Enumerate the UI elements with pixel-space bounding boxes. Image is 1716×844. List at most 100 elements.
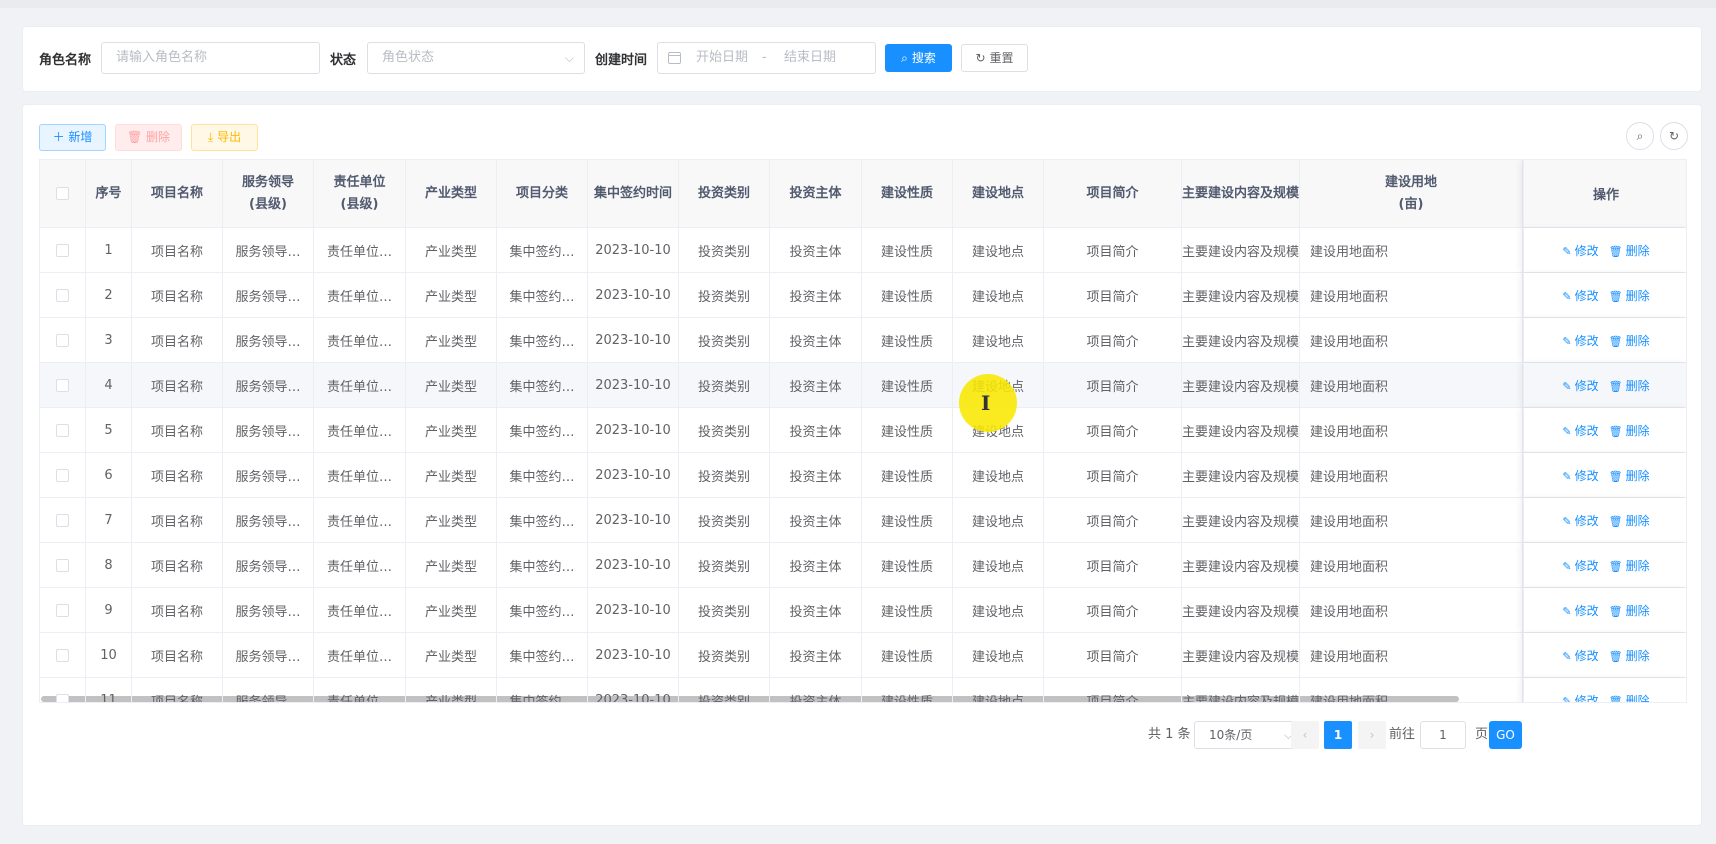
toggle-search-button[interactable]: ⌕ [1626, 122, 1654, 150]
cell-main-content: 主要建设内容及规模 [1182, 273, 1300, 317]
row-checkbox[interactable] [56, 423, 69, 437]
table-row[interactable]: 5 项目名称 服务领导… 责任单位… 产业类型 集中签约… 2023-10-10 投资类别 投资… [40, 408, 1686, 453]
end-date-input[interactable]: 结束日期 [784, 43, 836, 73]
edit-link[interactable]: ✎ 修改 [1562, 377, 1598, 394]
table-row[interactable]: 1 项目名称 服务领导… 责任单位… 产业类型 集中签约… 2023-10-10 投资类别 投资… [40, 228, 1686, 273]
cell-main-content: 主要建设内容及规模 [1182, 228, 1300, 272]
edit-link[interactable]: ✎ 修改 [1562, 422, 1598, 439]
cell-construction-nature: 建设性质 [862, 318, 953, 362]
cell-investment-type: 投资类别 [679, 408, 770, 452]
edit-link[interactable]: ✎ 修改 [1562, 557, 1598, 574]
row-delete-link[interactable]: 🗑 删除 [1609, 332, 1650, 349]
cell-project-name: 项目名称 [132, 633, 223, 677]
cell-investor: 投资主体 [770, 363, 862, 407]
prev-page-button[interactable]: ‹ [1291, 721, 1319, 749]
role-name-input[interactable]: 请输入角色名称 [101, 42, 320, 74]
row-delete-link[interactable]: 🗑 删除 [1609, 377, 1650, 394]
table-row[interactable]: 4 项目名称 服务领导… 责任单位… 产业类型 集中签约… 2023-10-10 投资类别 投资… [40, 363, 1686, 408]
edit-link[interactable]: ✎ 修改 [1562, 287, 1598, 304]
cell-construction-location: 建设地点 [953, 498, 1044, 542]
row-checkbox[interactable] [56, 693, 69, 702]
edit-link[interactable]: ✎ 修改 [1562, 602, 1598, 619]
row-delete-link[interactable]: 🗑 删除 [1609, 647, 1650, 664]
cell-construction-location: 建设地点 [953, 588, 1044, 632]
reset-button[interactable]: ↻ 重置 [961, 44, 1028, 72]
start-date-input[interactable]: 开始日期 [696, 43, 748, 73]
row-delete-link[interactable]: 🗑 删除 [1609, 242, 1650, 259]
row-checkbox[interactable] [56, 468, 69, 482]
table-row[interactable]: 11 项目名称 服务领导… 责任单位… 产业类型 集中签约… 2023-10-10 投资类别投… [40, 678, 1686, 703]
row-checkbox[interactable] [56, 603, 69, 617]
row-delete-label: 删除 [1625, 693, 1650, 703]
table-row[interactable]: 6 项目名称 服务领导… 责任单位… 产业类型 集中签约… 2023-10-10 投资类别 投资… [40, 453, 1686, 498]
search-button[interactable]: ⌕ 搜索 [885, 44, 952, 72]
row-actions: ✎ 修改 🗑 删除 [1523, 453, 1686, 497]
cell-service-leader: 服务领导… [223, 408, 314, 452]
row-checkbox[interactable] [56, 288, 69, 302]
row-delete-link[interactable]: 🗑 删除 [1609, 692, 1650, 703]
trash-icon: 🗑 [1608, 289, 1623, 303]
status-select[interactable]: 角色状态 ⌵ [367, 42, 585, 74]
cell-index: 6 [86, 453, 132, 497]
export-button[interactable]: ⤓ 导出 [191, 124, 258, 151]
edit-link[interactable]: ✎ 修改 [1562, 512, 1598, 529]
row-delete-link[interactable]: 🗑 删除 [1609, 602, 1650, 619]
cell-industry-type: 产业类型 [406, 228, 497, 272]
cell-project-name: 项目名称 [132, 453, 223, 497]
table-row[interactable]: 3 项目名称 服务领导… 责任单位… 产业类型 集中签约… 2023-10-10 投资类别 投资… [40, 318, 1686, 363]
trash-icon: 🗑 [1608, 424, 1623, 438]
head-investment-type: 投资类别 [679, 160, 770, 227]
date-range-picker[interactable]: 开始日期 - 结束日期 [657, 42, 876, 74]
edit-link[interactable]: ✎ 修改 [1562, 467, 1598, 484]
table-row[interactable]: 9 项目名称 服务领导… 责任单位… 产业类型 集中签约… 2023-10-10 投资类别 投资… [40, 588, 1686, 633]
row-delete-label: 删除 [1625, 378, 1650, 393]
select-all-checkbox[interactable] [56, 187, 69, 200]
chevron-right-icon: › [1369, 728, 1375, 742]
goto-page-input[interactable]: 1 [1420, 721, 1466, 749]
next-page-button[interactable]: › [1358, 721, 1386, 749]
cell-project-name: 项目名称 [132, 318, 223, 362]
refresh-button[interactable]: ↻ [1660, 122, 1688, 150]
edit-link[interactable]: ✎ 修改 [1562, 647, 1598, 664]
table-row[interactable]: 10 项目名称 服务领导… 责任单位… 产业类型 集中签约… 2023-10-10 投资类别投… [40, 633, 1686, 678]
page-number-current[interactable]: 1 [1324, 721, 1352, 749]
row-delete-link[interactable]: 🗑 删除 [1609, 287, 1650, 304]
row-checkbox-cell [40, 588, 86, 632]
row-checkbox[interactable] [56, 513, 69, 527]
row-checkbox[interactable] [56, 558, 69, 572]
cell-land-area: 建设用地面积 [1300, 363, 1523, 407]
row-delete-link[interactable]: 🗑 删除 [1609, 512, 1650, 529]
cell-investment-type: 投资类别 [679, 228, 770, 272]
row-delete-link[interactable]: 🗑 删除 [1609, 557, 1650, 574]
row-checkbox-cell [40, 498, 86, 542]
cell-construction-location: 建设地点 [953, 228, 1044, 272]
head-land-area: 建设用地 (亩) [1300, 160, 1523, 227]
row-checkbox[interactable] [56, 648, 69, 662]
table-row[interactable]: 8 项目名称 服务领导… 责任单位… 产业类型 集中签约… 2023-10-10 投资类别 投资… [40, 543, 1686, 588]
cell-signing-time: 2023-10-10 [588, 273, 679, 317]
cell-main-content: 主要建设内容及规模 [1182, 678, 1300, 702]
row-checkbox[interactable] [56, 378, 69, 392]
row-checkbox[interactable] [56, 243, 69, 257]
status-label: 状态 [330, 53, 357, 68]
edit-link[interactable]: ✎ 修改 [1562, 692, 1598, 703]
delete-button[interactable]: 🗑 删除 [115, 124, 182, 151]
row-delete-link[interactable]: 🗑 删除 [1609, 422, 1650, 439]
edit-link[interactable]: ✎ 修改 [1562, 242, 1598, 259]
row-checkbox[interactable] [56, 333, 69, 347]
row-delete-link[interactable]: 🗑 删除 [1609, 467, 1650, 484]
page-size-select[interactable]: 10条/页 ⌵ [1194, 721, 1304, 749]
go-button[interactable]: GO [1489, 721, 1522, 749]
edit-label: 修改 [1574, 378, 1599, 393]
edit-link[interactable]: ✎ 修改 [1562, 332, 1598, 349]
cell-main-content: 主要建设内容及规模 [1182, 318, 1300, 362]
cell-index: 11 [86, 678, 132, 702]
table-row[interactable]: 2 项目名称 服务领导… 责任单位… 产业类型 集中签约… 2023-10-10 投资类别 投资… [40, 273, 1686, 318]
table-row[interactable]: 7 项目名称 服务领导… 责任单位… 产业类型 集中签约… 2023-10-10 投资类别 投资… [40, 498, 1686, 543]
cell-land-area: 建设用地面积 [1300, 408, 1523, 452]
cell-land-area: 建设用地面积 [1300, 633, 1523, 677]
head-project-name: 项目名称 [132, 160, 223, 227]
add-button[interactable]: ＋ 新增 [39, 124, 106, 151]
row-delete-label: 删除 [1625, 558, 1650, 573]
cell-construction-location: 建设地点 [953, 318, 1044, 362]
